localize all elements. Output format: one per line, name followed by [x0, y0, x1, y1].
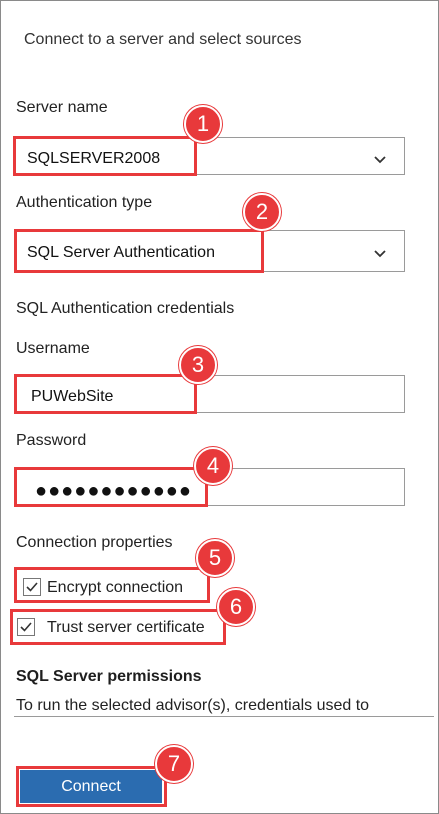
- username-label: Username: [16, 340, 90, 357]
- callout-badge-7: 7: [155, 745, 193, 783]
- callout-highlight-auth: [14, 229, 264, 273]
- connection-properties-label: Connection properties: [16, 534, 173, 551]
- password-label: Password: [16, 432, 87, 449]
- permissions-text: To run the selected advisor(s), credenti…: [16, 697, 370, 714]
- callout-badge-6: 6: [217, 588, 255, 626]
- server-name-label: Server name: [16, 99, 108, 116]
- callout-badge-3: 3: [179, 346, 217, 384]
- callout-highlight-trust: [10, 609, 226, 645]
- auth-type-label: Authentication type: [16, 194, 153, 211]
- credentials-section-label: SQL Authentication credentials: [16, 300, 235, 317]
- callout-badge-5: 5: [196, 539, 234, 577]
- chevron-down-icon: [374, 250, 386, 258]
- page-title: Connect to a server and select sources: [24, 31, 302, 48]
- callout-highlight-encrypt: [14, 567, 210, 603]
- callout-badge-2: 2: [243, 193, 281, 231]
- callout-highlight-server: [13, 136, 197, 176]
- callout-badge-1: 1: [184, 105, 222, 143]
- callout-badge-4: 4: [194, 447, 232, 485]
- callout-highlight-connect: [16, 766, 167, 807]
- divider: [14, 716, 434, 717]
- permissions-title: SQL Server permissions: [16, 668, 202, 685]
- callout-highlight-username: [14, 374, 197, 414]
- callout-highlight-password: [14, 467, 208, 507]
- chevron-down-icon: [374, 156, 386, 164]
